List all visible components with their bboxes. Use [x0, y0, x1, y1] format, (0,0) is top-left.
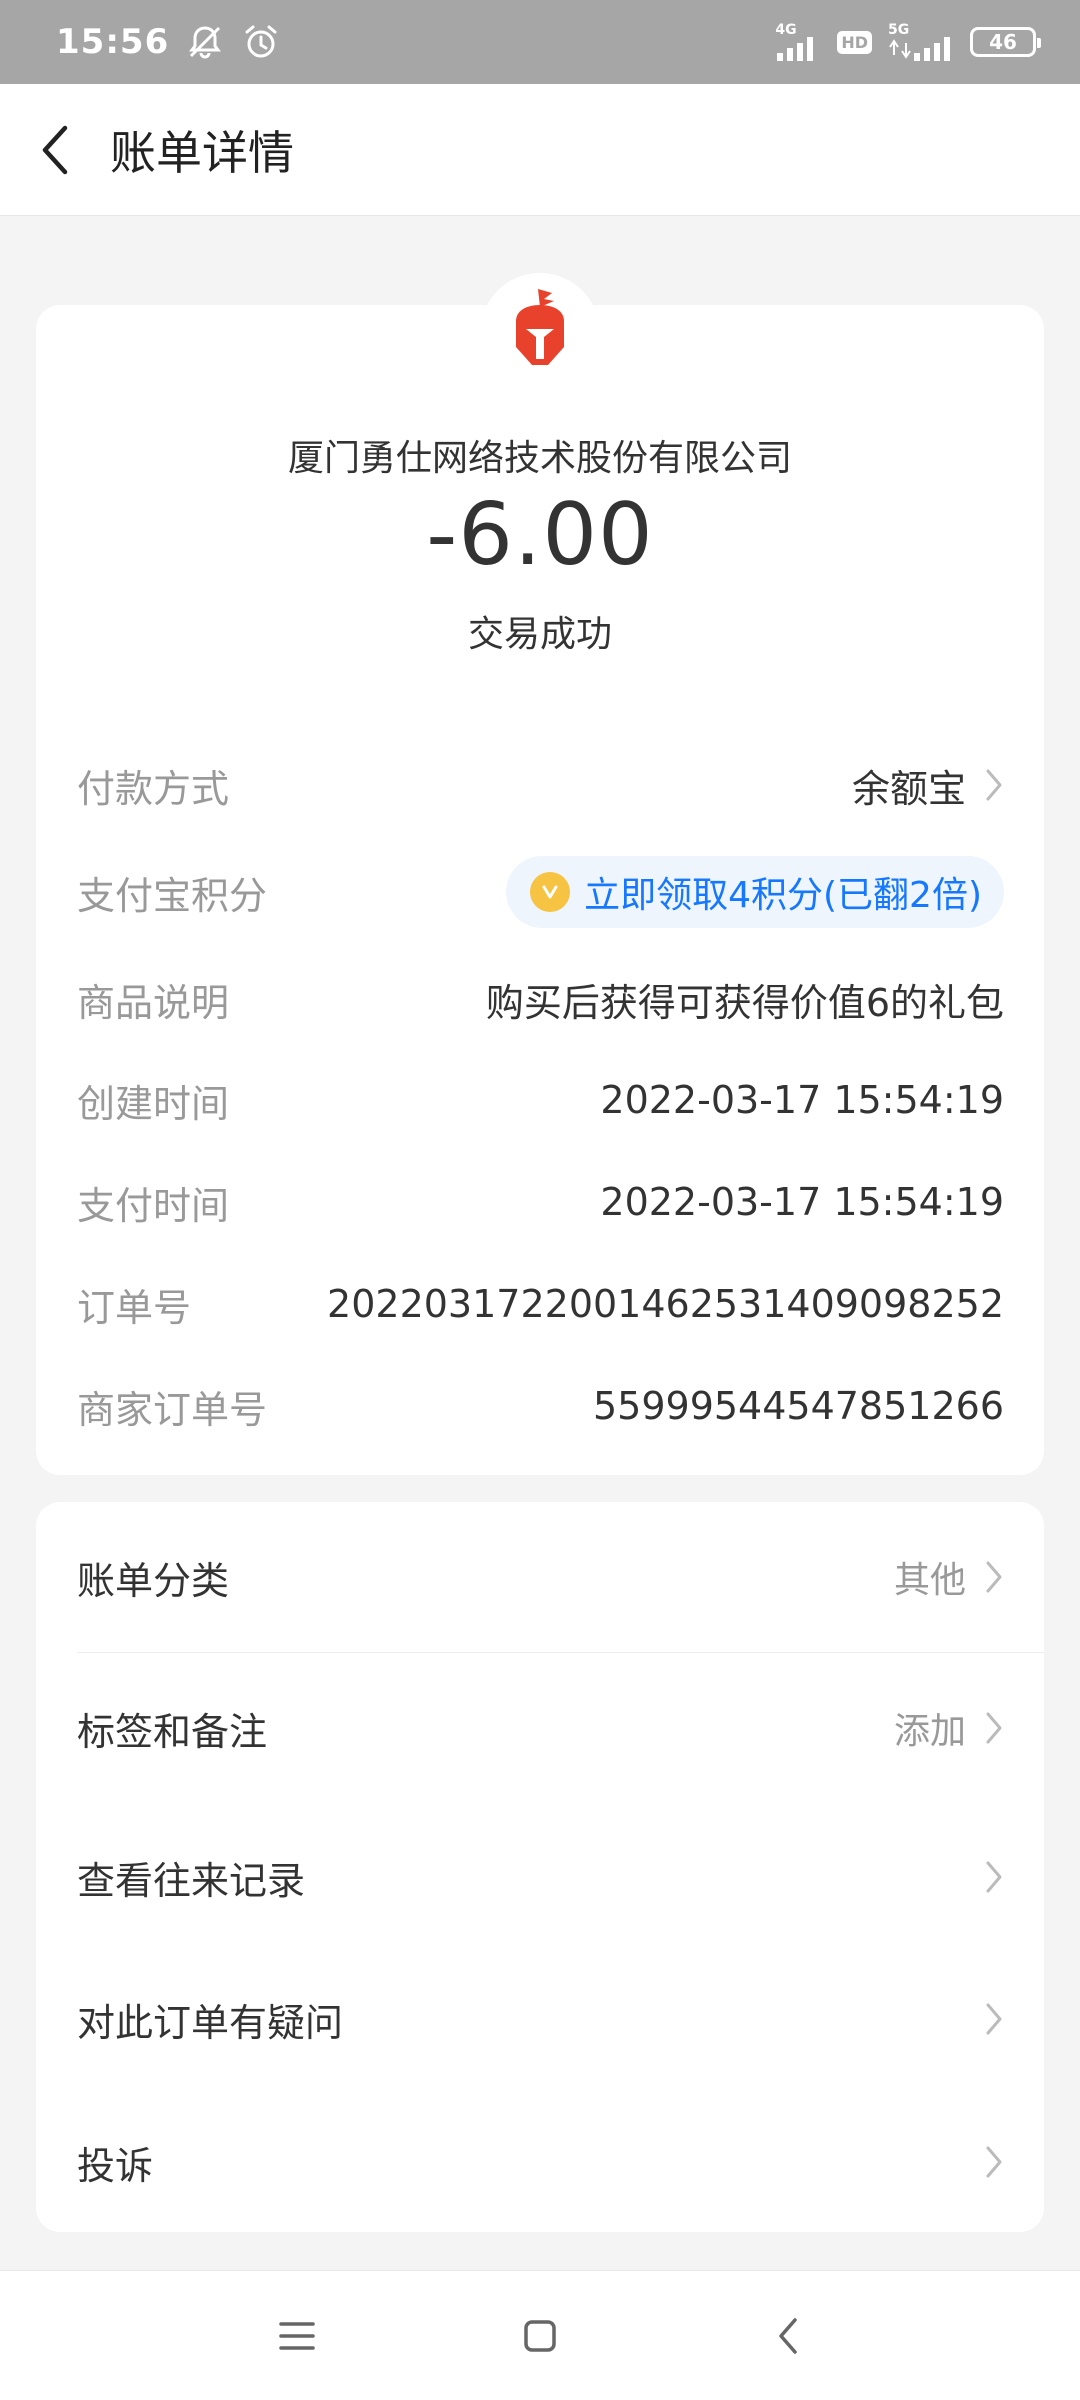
points-coin-icon	[530, 872, 571, 912]
payment-method-value: 余额宝	[851, 766, 966, 811]
chevron-right-icon	[984, 1859, 1004, 1895]
bill-category-value: 其他	[893, 1560, 966, 1601]
chevron-right-icon	[984, 1559, 1004, 1595]
tags-notes-item[interactable]: 标签和备注 添加	[77, 1678, 1004, 1778]
view-history-chevron-wrap	[984, 1859, 1004, 1895]
order-number-label: 订单号	[77, 1285, 192, 1330]
menu-icon	[279, 2322, 315, 2350]
merchant-order-number-row: 商家订单号 55999544547851266	[77, 1371, 1004, 1441]
bill-category-value-wrap: 其他	[894, 1551, 1004, 1603]
order-question-item[interactable]: 对此订单有疑问	[77, 1969, 1004, 2069]
chevron-right-icon	[984, 2001, 1004, 2037]
points-label: 支付宝积分	[77, 873, 268, 918]
created-time-label: 创建时间	[77, 1081, 230, 1126]
status-bar: 15:56 4G HD 5G 46	[0, 0, 1080, 84]
order-number-row: 订单号 2022031722001462531409098252	[77, 1269, 1004, 1339]
product-description-value: 购买后获得可获得价值6的礼包	[485, 980, 1004, 1025]
transaction-status: 交易成功	[467, 614, 612, 655]
order-question-chevron-wrap	[984, 2001, 1004, 2037]
bill-actions-card: 账单分类 其他 标签和备注 添加 查看往来记录 对此订单有疑问 投诉	[36, 1502, 1044, 2232]
claim-points-text: 立即领取4积分(已翻2倍)	[584, 875, 982, 916]
menu-nav-button[interactable]	[257, 2301, 337, 2371]
alarm-icon	[241, 22, 281, 62]
back-arrow-icon	[42, 125, 68, 174]
chevron-right-icon	[984, 767, 1004, 803]
created-time-value: 2022-03-17 15:54:19	[600, 1078, 1004, 1122]
page-title: 账单详情	[110, 125, 294, 180]
back-button[interactable]	[0, 84, 110, 216]
tags-notes-value-wrap: 添加	[894, 1702, 1004, 1754]
complaint-chevron-wrap	[984, 2144, 1004, 2180]
battery-indicator: 46	[970, 27, 1041, 57]
signal-5g-icon: 5G	[888, 23, 954, 61]
paid-time-row: 支付时间 2022-03-17 15:54:19	[77, 1167, 1004, 1237]
bill-category-label: 账单分类	[77, 1558, 230, 1603]
payment-method-row[interactable]: 付款方式 余额宝	[77, 750, 1004, 820]
paid-time-label: 支付时间	[77, 1183, 230, 1228]
chevron-right-icon	[984, 2144, 1004, 2180]
claim-points-button[interactable]: 立即领取4积分(已翻2倍)	[506, 856, 1004, 928]
payment-method-label: 付款方式	[77, 766, 230, 811]
app-header: 账单详情	[0, 84, 1080, 216]
payment-method-value-wrap: 余额宝	[852, 758, 1004, 813]
signal-4g-icon: 4G	[775, 23, 821, 61]
points-row: 支付宝积分 立即领取4积分(已翻2倍)	[77, 856, 1004, 928]
bill-category-item[interactable]: 账单分类 其他	[77, 1527, 1004, 1627]
complaint-label: 投诉	[77, 2143, 154, 2188]
merchant-order-number-value: 55999544547851266	[592, 1384, 1004, 1428]
merchant-logo	[480, 273, 600, 393]
menu-divider	[77, 1652, 1044, 1653]
status-time: 15:56	[56, 22, 170, 62]
chevron-right-icon	[984, 1710, 1004, 1746]
paid-time-value: 2022-03-17 15:54:19	[600, 1180, 1004, 1224]
bill-summary-card: 厦门勇仕网络技术股份有限公司 -6.00 交易成功 付款方式 余额宝 支付宝积分…	[36, 273, 1044, 1475]
view-history-item[interactable]: 查看往来记录	[77, 1827, 1004, 1927]
notifications-off-icon	[185, 22, 225, 62]
network-label-5g: 5G	[888, 22, 910, 38]
home-square-icon	[524, 2320, 556, 2352]
transaction-amount: -6.00	[426, 485, 654, 585]
back-triangle-icon	[779, 2318, 797, 2354]
tags-notes-value: 添加	[893, 1711, 966, 1752]
network-label-4g: 4G	[775, 22, 797, 38]
product-description-label: 商品说明	[77, 980, 230, 1025]
merchant-order-number-label: 商家订单号	[77, 1387, 268, 1432]
order-question-label: 对此订单有疑问	[77, 2000, 344, 2045]
complaint-item[interactable]: 投诉	[77, 2112, 1004, 2212]
created-time-row: 创建时间 2022-03-17 15:54:19	[77, 1065, 1004, 1135]
spartan-helmet-icon	[516, 289, 564, 365]
back-nav-button[interactable]	[748, 2301, 828, 2371]
hd-badge: HD	[837, 30, 872, 54]
status-right: 4G HD 5G 46	[775, 23, 1041, 61]
view-history-label: 查看往来记录	[77, 1858, 306, 1903]
tags-notes-label: 标签和备注	[77, 1709, 268, 1754]
system-nav-bar	[0, 2270, 1080, 2400]
status-left: 15:56	[56, 22, 281, 62]
merchant-name: 厦门勇仕网络技术股份有限公司	[287, 438, 792, 479]
order-number-value: 2022031722001462531409098252	[327, 1282, 1004, 1326]
home-nav-button[interactable]	[500, 2301, 580, 2371]
product-description-row: 商品说明 购买后获得可获得价值6的礼包	[77, 964, 1004, 1034]
